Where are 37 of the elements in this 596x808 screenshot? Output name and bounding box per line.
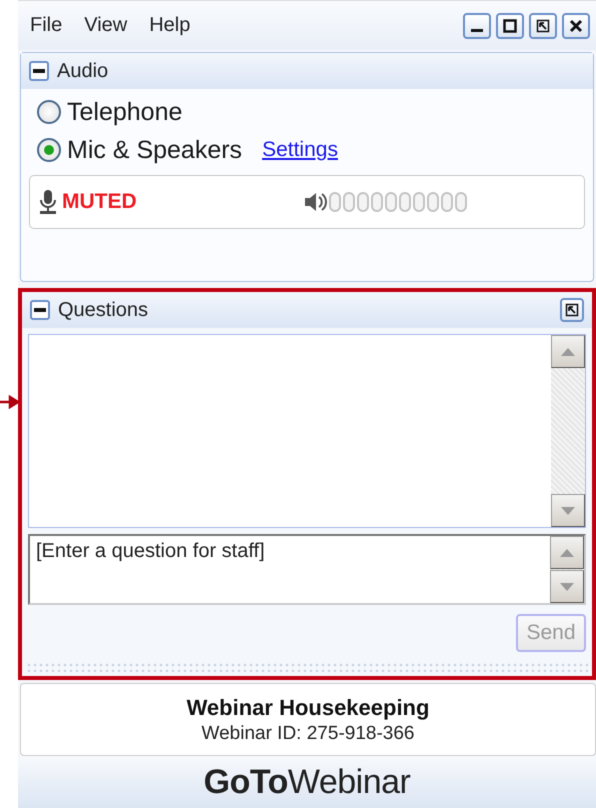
radio-button[interactable] bbox=[37, 100, 61, 124]
popout-button[interactable] bbox=[560, 298, 584, 322]
radio-button[interactable] bbox=[37, 138, 61, 162]
menu-item[interactable]: File bbox=[30, 14, 62, 37]
menu-item[interactable]: View bbox=[84, 14, 128, 37]
webinar-title: Webinar Housekeeping bbox=[186, 694, 430, 720]
muted-label: MUTED bbox=[62, 190, 137, 214]
maximize-icon bbox=[503, 18, 517, 32]
collapse-button[interactable] bbox=[30, 300, 50, 320]
menu-item[interactable]: Help bbox=[149, 14, 190, 37]
close-button[interactable] bbox=[562, 12, 590, 38]
scrollbar[interactable] bbox=[551, 335, 585, 527]
minus-icon bbox=[34, 308, 46, 312]
microphone-icon bbox=[38, 189, 58, 215]
panel-title: Audio bbox=[57, 60, 108, 82]
popout-button[interactable] bbox=[529, 12, 557, 38]
logo: GoToWebinar bbox=[204, 762, 410, 802]
radio-label[interactable]: Telephone bbox=[67, 98, 182, 126]
resize-grip[interactable] bbox=[26, 662, 588, 672]
radio-label[interactable]: Mic & Speakers bbox=[67, 136, 242, 164]
panel-title: Questions bbox=[58, 298, 148, 322]
minimize-button[interactable] bbox=[463, 12, 491, 38]
scroll-down-button[interactable] bbox=[551, 494, 585, 527]
popout-icon bbox=[536, 18, 550, 32]
settings-link[interactable]: Settings bbox=[262, 138, 338, 162]
scroll-up-button[interactable] bbox=[551, 335, 585, 368]
up-arrow-icon bbox=[560, 346, 576, 356]
minimize-icon bbox=[471, 28, 483, 32]
close-icon bbox=[569, 18, 583, 32]
maximize-button[interactable] bbox=[496, 12, 524, 38]
down-arrow-icon bbox=[560, 506, 576, 516]
popout-icon bbox=[565, 303, 579, 317]
collapse-button[interactable] bbox=[29, 61, 49, 81]
webinar-id: Webinar ID: 275-918-366 bbox=[202, 722, 414, 744]
arrow-icon bbox=[0, 395, 20, 409]
minus-icon bbox=[33, 69, 45, 73]
speaker-icon bbox=[302, 191, 327, 213]
